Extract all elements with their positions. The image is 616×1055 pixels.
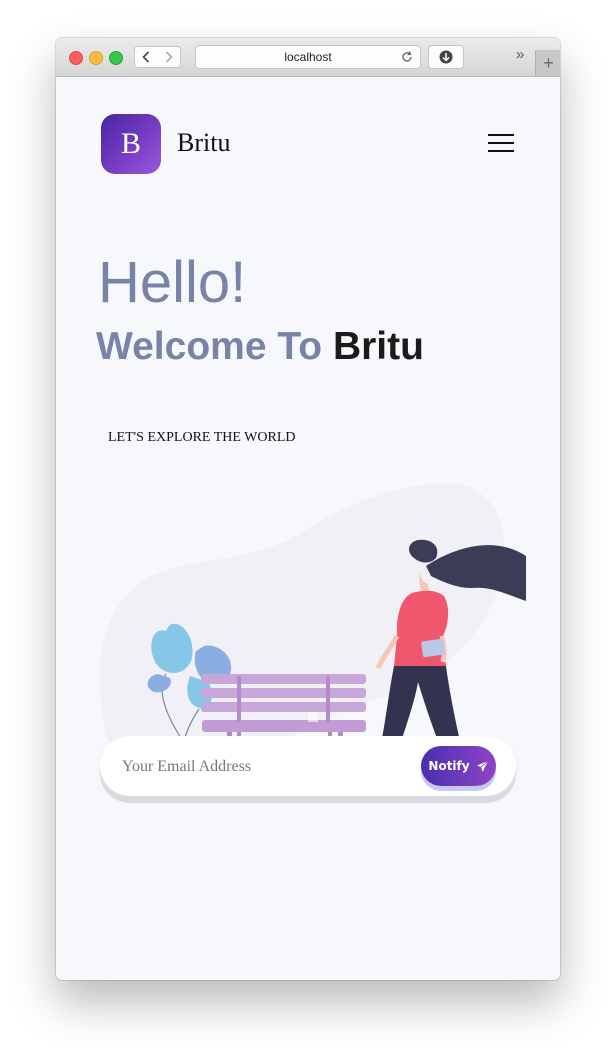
zoom-window-button[interactable] (109, 51, 123, 65)
more-toolbar-items-icon[interactable]: » (516, 46, 524, 63)
hero-tagline: LET'S EXPLORE THE WORLD (108, 430, 296, 445)
reload-icon[interactable] (400, 50, 414, 64)
welcome-prefix: Welcome To (96, 325, 333, 368)
email-input[interactable] (120, 754, 404, 780)
browser-window: localhost » + B Britu Hello! Welcome To … (56, 38, 560, 980)
address-bar[interactable]: localhost (195, 45, 421, 69)
forward-button[interactable] (157, 46, 181, 68)
hero-illustration (99, 483, 526, 766)
minimize-window-button[interactable] (89, 51, 103, 65)
chevron-left-icon (142, 51, 150, 63)
new-tab-button[interactable]: + (535, 50, 560, 76)
subscribe-form: Notify (100, 736, 516, 796)
notify-label: Notify (428, 759, 470, 773)
downloads-button[interactable] (428, 45, 464, 69)
browser-toolbar: localhost » + (56, 38, 560, 77)
menu-hamburger-icon[interactable] (488, 134, 516, 154)
send-icon (476, 760, 488, 772)
welcome-brand: Britu (332, 325, 424, 368)
close-window-button[interactable] (69, 51, 83, 65)
chevron-right-icon (165, 51, 173, 63)
url-text: localhost (284, 50, 332, 64)
brand-name[interactable]: Britu (177, 128, 230, 158)
notify-button[interactable]: Notify (421, 746, 496, 786)
hero-hello: Hello! (98, 250, 247, 315)
web-page: B Britu Hello! Welcome To Britu LET'S EX… (56, 76, 560, 980)
back-button[interactable] (134, 46, 158, 68)
logo[interactable]: B (101, 114, 161, 174)
hero-welcome: Welcome To Britu (96, 327, 424, 366)
download-icon (439, 50, 453, 64)
